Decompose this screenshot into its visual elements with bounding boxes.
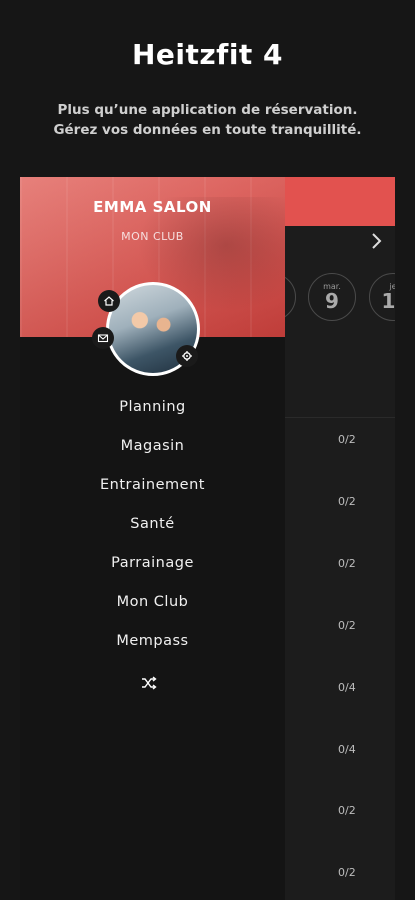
chevron-right-icon[interactable] — [367, 232, 387, 256]
menu-item-magasin[interactable]: Magasin — [20, 438, 285, 454]
mail-icon[interactable] — [92, 327, 114, 349]
menu-item-parrainage[interactable]: Parrainage — [20, 555, 285, 571]
menu-item-sante[interactable]: Santé — [20, 516, 285, 532]
slot-count: 0/4 — [338, 681, 356, 694]
subtitle-line-2: Gérez vos données en toute tranquillité. — [53, 122, 362, 138]
day-selector-item[interactable]: mar. 9 — [308, 273, 356, 321]
menu-item-mempass[interactable]: Mempass — [20, 633, 285, 649]
subtitle-line-1: Plus qu’une application de réservation. — [57, 102, 358, 118]
menu-item-mon-club[interactable]: Mon Club — [20, 594, 285, 610]
slot-count: 0/2 — [338, 495, 356, 508]
phone-screen: mar. 9 je 1( 0/2 0/2 0/2 0/2 0/4 0/4 0/2… — [20, 177, 395, 900]
slot-count: 0/2 — [338, 619, 356, 632]
menu-item-entrainement[interactable]: Entrainement — [20, 477, 285, 493]
divider — [280, 417, 395, 418]
slot-count: 0/2 — [338, 557, 356, 570]
settings-icon[interactable] — [176, 345, 198, 367]
page-subtitle: Plus qu’une application de réservation. … — [0, 100, 415, 140]
slot-count: 0/2 — [338, 804, 356, 817]
day-selector-item[interactable]: je 1( — [369, 273, 395, 321]
slot-count: 0/2 — [338, 866, 356, 879]
shuffle-icon[interactable] — [141, 675, 161, 690]
club-label[interactable]: MON CLUB — [20, 230, 285, 243]
slot-count: 0/2 — [338, 433, 356, 446]
user-name: EMMA SALON — [93, 198, 212, 216]
slot-count: 0/4 — [338, 743, 356, 756]
day-number: 1( — [381, 289, 395, 313]
menu-item-planning[interactable]: Planning — [20, 399, 285, 415]
page-title: Heitzfit 4 — [131, 38, 284, 71]
home-icon[interactable] — [98, 290, 120, 312]
day-number: 9 — [325, 289, 339, 313]
navigation-drawer: EMMA SALON MON CLUB Planning Magasin Ent… — [20, 177, 285, 900]
